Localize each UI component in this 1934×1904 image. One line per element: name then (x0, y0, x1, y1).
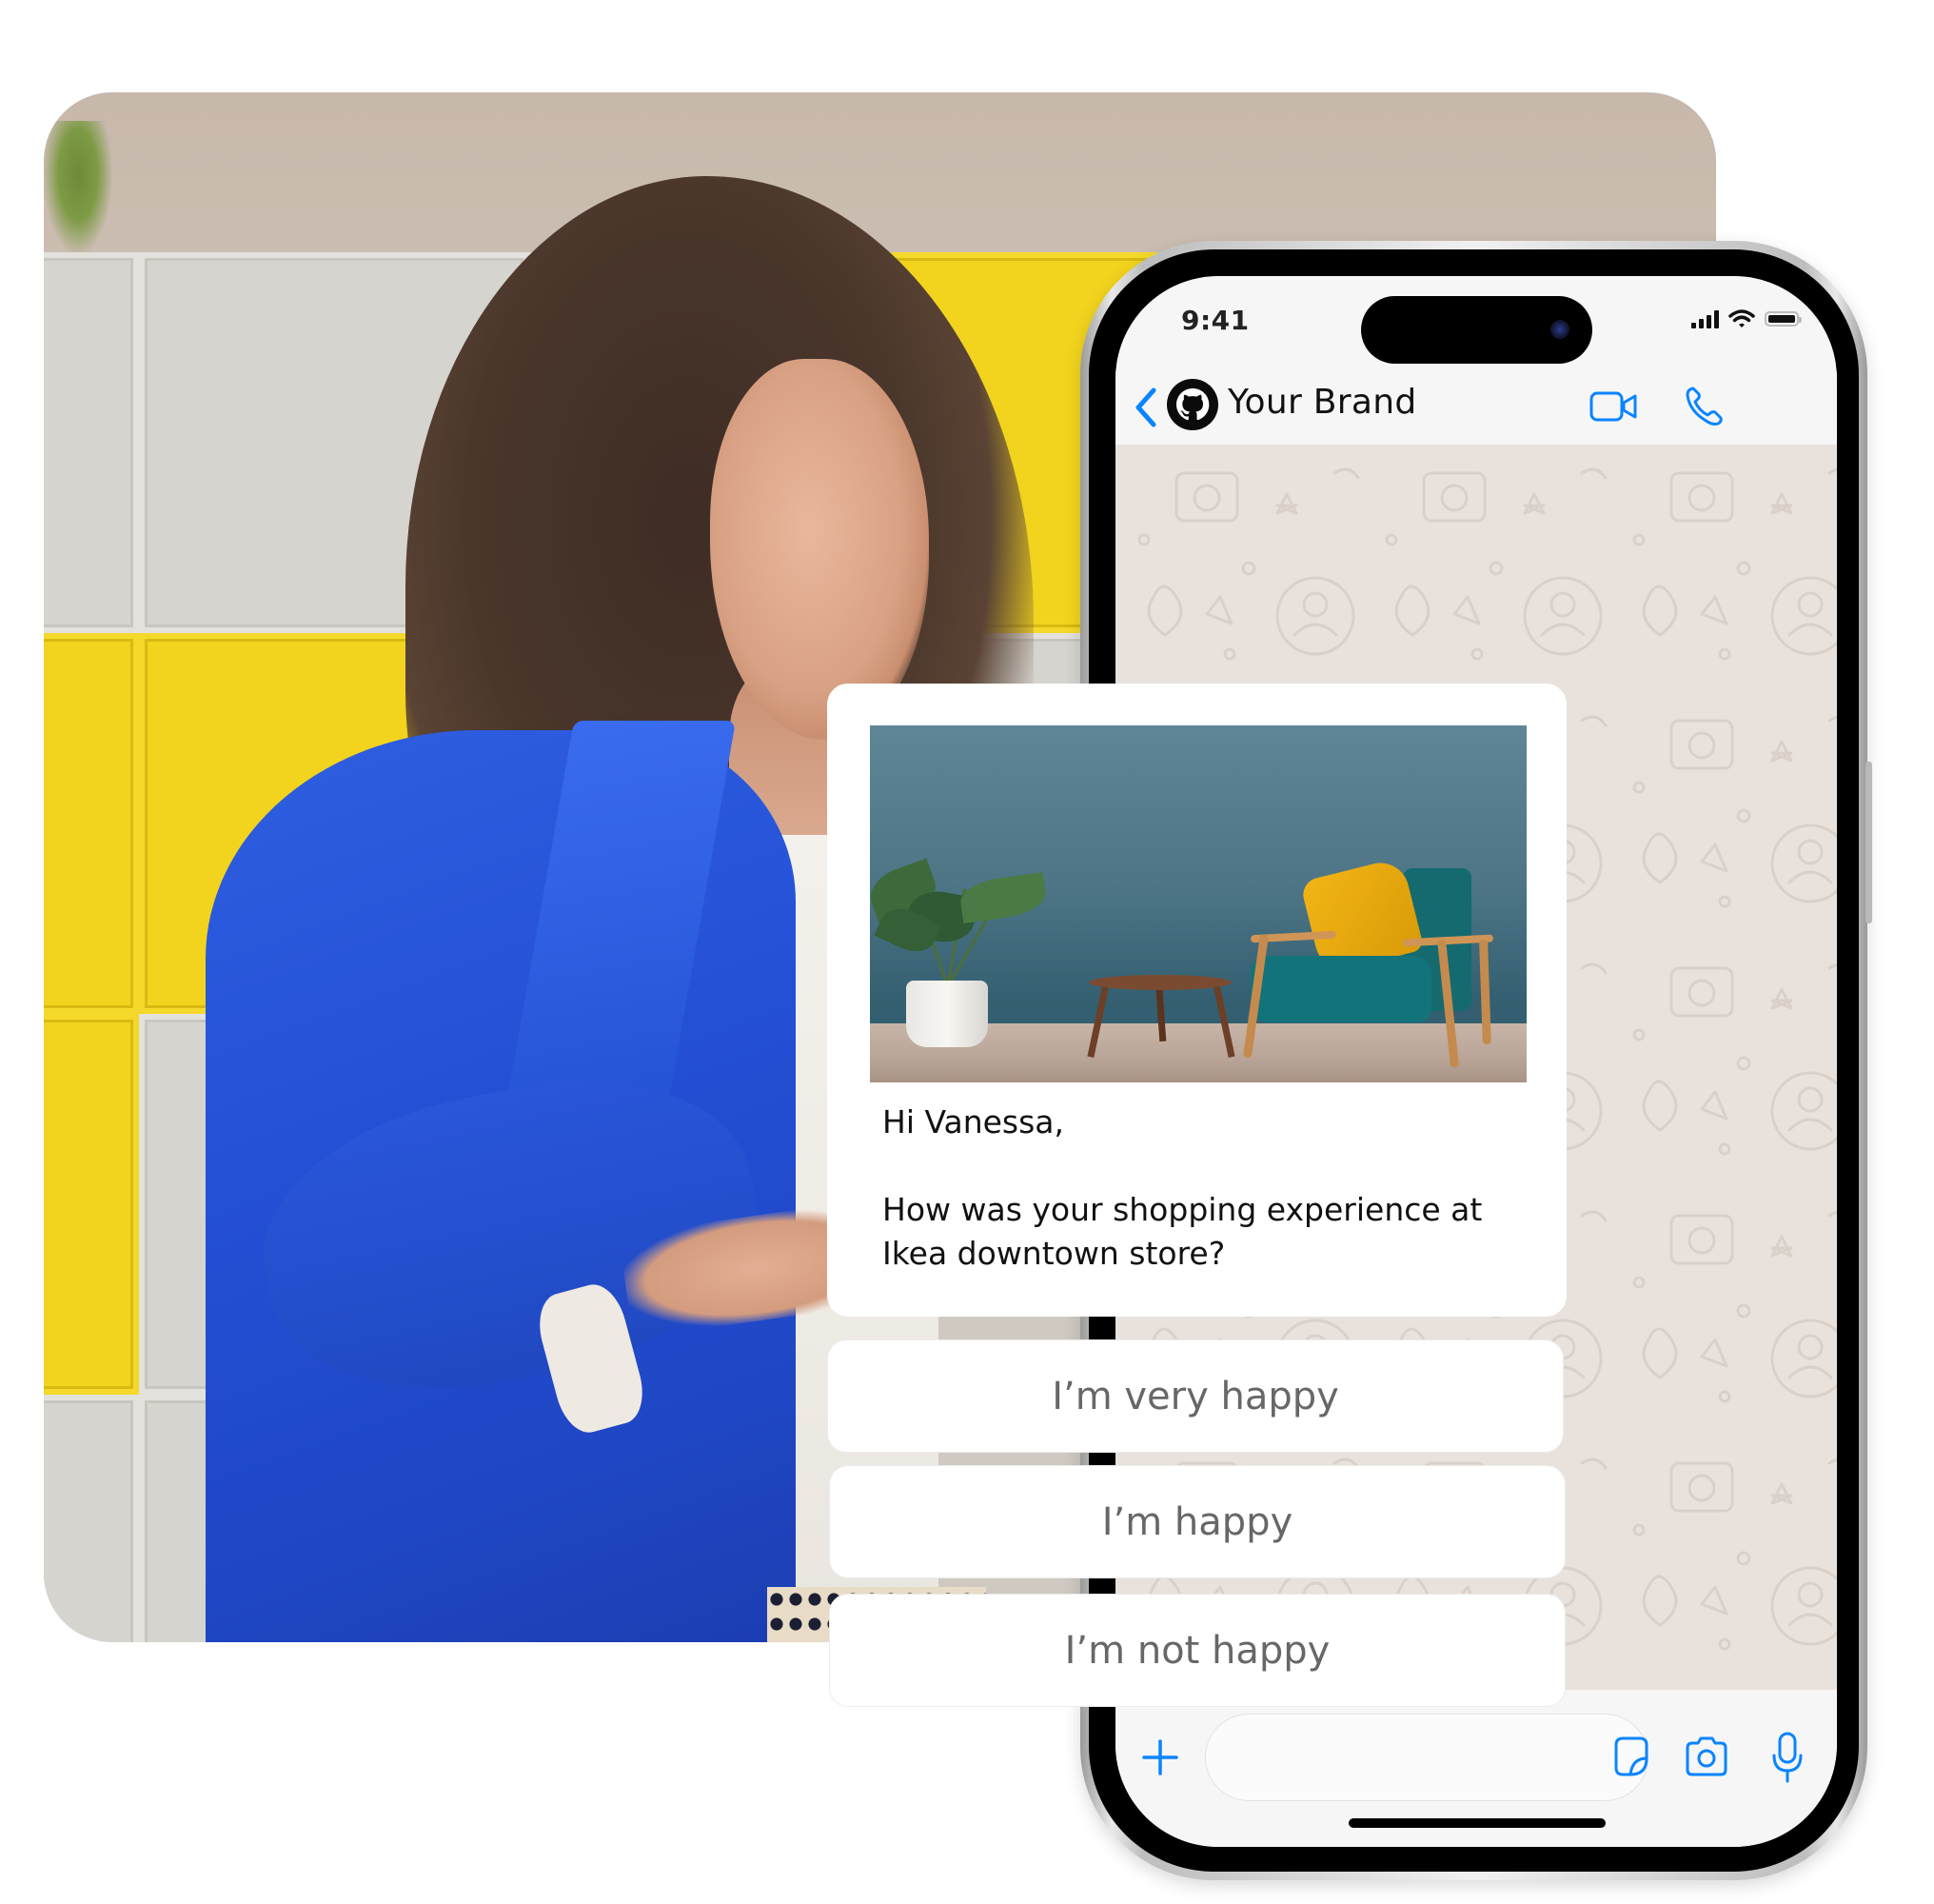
message-input[interactable] (1205, 1714, 1648, 1801)
phone-power-button (1865, 762, 1872, 923)
message-body: How was your shopping experience at Ikea… (882, 1191, 1483, 1272)
image-side-table (1089, 975, 1232, 990)
microphone-icon (1772, 1732, 1803, 1783)
quick-reply-happy[interactable]: I’m happy (829, 1465, 1566, 1578)
back-button[interactable] (1129, 379, 1163, 436)
status-time: 9:41 (1181, 305, 1250, 336)
contact-name[interactable]: Your Brand (1228, 383, 1417, 422)
wifi-icon (1728, 309, 1755, 327)
attach-button[interactable] (1136, 1724, 1184, 1791)
message-bubble: Hi Vanessa, How was your shopping experi… (827, 684, 1567, 1317)
contact-avatar[interactable] (1167, 379, 1218, 430)
sticker-icon (1614, 1736, 1648, 1776)
status-bar: 9:41 (1115, 276, 1837, 371)
quick-reply-not-happy[interactable]: I’m not happy (829, 1594, 1566, 1707)
message-greeting: Hi Vanessa, (882, 1103, 1065, 1140)
status-icons (1691, 308, 1802, 329)
plus-icon (1142, 1739, 1178, 1775)
voice-call-button[interactable] (1677, 385, 1730, 428)
dynamic-island (1361, 296, 1592, 364)
voice-message-button[interactable] (1766, 1724, 1808, 1791)
message-image[interactable] (870, 725, 1527, 1082)
camera-icon (1686, 1736, 1727, 1776)
battery-icon (1765, 311, 1802, 327)
chat-header: Your Brand (1115, 371, 1837, 445)
cellular-signal-icon (1691, 309, 1719, 328)
video-call-button[interactable] (1588, 385, 1641, 428)
photo-wall (44, 92, 1716, 259)
quick-reply-very-happy[interactable]: I’m very happy (827, 1339, 1564, 1453)
image-plant-leaf (957, 871, 1049, 924)
phone-icon (1686, 387, 1723, 426)
video-camera-icon (1589, 391, 1637, 422)
github-logo-icon (1176, 388, 1210, 421)
sticker-button[interactable] (1610, 1732, 1652, 1781)
image-plant-pot (906, 981, 988, 1047)
chevron-left-icon (1135, 387, 1156, 427)
photo-plant (44, 121, 112, 254)
home-indicator[interactable] (1349, 1818, 1606, 1828)
message-text: Hi Vanessa, How was your shopping experi… (882, 1101, 1539, 1276)
image-chair-seat (1251, 956, 1431, 1022)
front-camera-icon (1550, 320, 1569, 339)
camera-button[interactable] (1683, 1728, 1730, 1785)
